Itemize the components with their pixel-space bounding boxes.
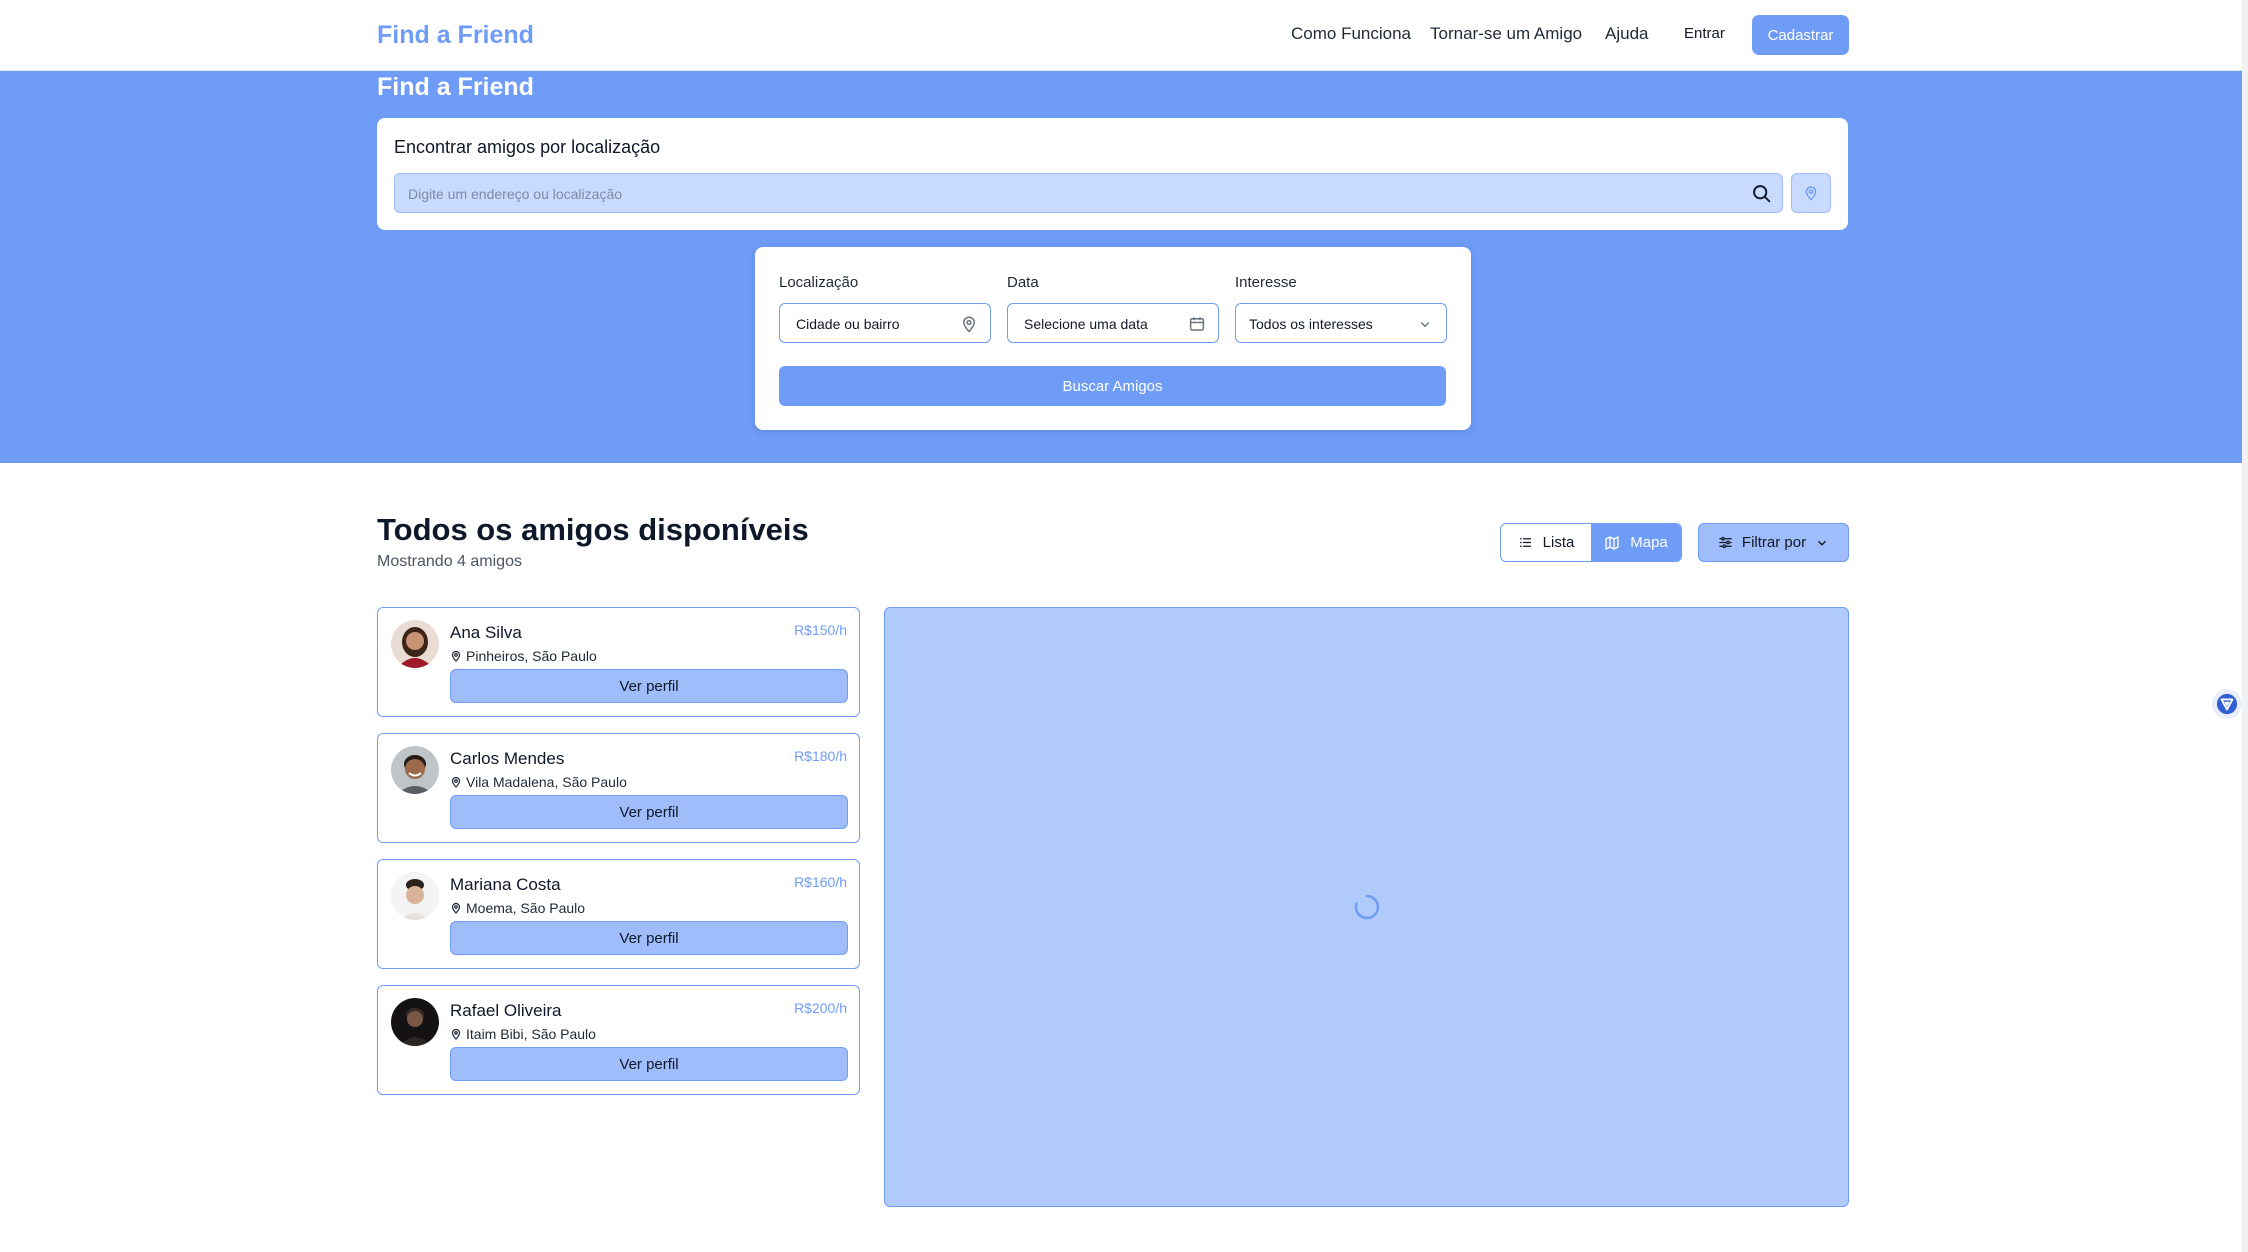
friend-price: R$180/h xyxy=(794,748,847,764)
location-label: Localização xyxy=(779,274,859,291)
avatar xyxy=(391,872,439,920)
view-profile-button[interactable]: Ver perfil xyxy=(450,795,848,829)
search-icon[interactable] xyxy=(1751,183,1772,204)
friend-card: Rafael Oliveira Itaim Bibi, São Paulo R$… xyxy=(377,985,860,1095)
nav-como-funciona[interactable]: Como Funciona xyxy=(1291,24,1411,44)
nav-ajuda[interactable]: Ajuda xyxy=(1605,24,1648,44)
chevron-down-icon xyxy=(1818,540,1827,546)
filter-card: Localização Cidade ou bairro Data Seleci… xyxy=(755,247,1471,430)
date-field-value: Selecione uma data xyxy=(1024,316,1148,332)
chevron-down-icon xyxy=(1420,321,1430,328)
view-profile-button[interactable]: Ver perfil xyxy=(450,1047,848,1081)
interest-select[interactable]: Todos os interesses xyxy=(1235,303,1447,343)
friend-location-text: Itaim Bibi, São Paulo xyxy=(466,1026,596,1042)
filter-by-label: Filtrar por xyxy=(1741,534,1807,551)
friend-name: Ana Silva xyxy=(450,623,522,642)
nav-tornar-se-amigo[interactable]: Tornar-se um Amigo xyxy=(1430,24,1582,44)
friend-card: Carlos Mendes Vila Madalena, São Paulo R… xyxy=(377,733,860,843)
map-view-label: Mapa xyxy=(1630,534,1668,551)
filter-by-button[interactable]: Filtrar por xyxy=(1698,523,1849,562)
current-location-button[interactable] xyxy=(1791,173,1831,213)
friend-name: Mariana Costa xyxy=(450,875,561,894)
loading-spinner-icon xyxy=(1354,894,1380,920)
friend-price: R$160/h xyxy=(794,874,847,890)
friend-card: Ana Silva Pinheiros, São Paulo R$150/h V… xyxy=(377,607,860,717)
signup-button[interactable]: Cadastrar xyxy=(1752,15,1849,55)
date-field[interactable]: Selecione uma data xyxy=(1007,303,1219,343)
calendar-icon xyxy=(1189,317,1205,331)
avatar xyxy=(391,746,439,794)
scrollbar[interactable] xyxy=(2242,0,2248,1252)
view-toggle: Lista Mapa xyxy=(1500,523,1682,562)
friend-name: Carlos Mendes xyxy=(450,749,565,768)
avatar xyxy=(391,620,439,668)
search-friends-button[interactable]: Buscar Amigos xyxy=(779,366,1446,406)
friend-location-text: Moema, São Paulo xyxy=(466,900,586,916)
results-title: Todos os amigos disponíveis xyxy=(377,512,809,547)
friend-location: Vila Madalena, São Paulo xyxy=(450,774,627,790)
map-icon xyxy=(1605,535,1619,550)
friend-card: Mariana Costa Moema, São Paulo R$160/h V… xyxy=(377,859,860,969)
map-pin-icon xyxy=(1805,186,1817,201)
login-button[interactable]: Entrar xyxy=(1684,25,1725,42)
address-search-input[interactable]: Digite um endereço ou localização xyxy=(394,173,1783,213)
hero-title: Find a Friend xyxy=(377,73,534,101)
view-profile-button[interactable]: Ver perfil xyxy=(450,921,848,955)
friend-location-text: Vila Madalena, São Paulo xyxy=(466,774,627,790)
brand-logo[interactable]: Find a Friend xyxy=(377,21,534,50)
friend-location: Moema, São Paulo xyxy=(450,900,585,916)
location-search-card: Encontrar amigos por localização Digite … xyxy=(377,118,1848,230)
list-view-button[interactable]: Lista xyxy=(1501,524,1591,561)
interest-label: Interesse xyxy=(1235,274,1297,291)
view-profile-button[interactable]: Ver perfil xyxy=(450,669,848,703)
map-pin-icon xyxy=(451,1028,461,1040)
shield-icon xyxy=(2216,693,2238,715)
friend-location: Pinheiros, São Paulo xyxy=(450,648,597,664)
list-view-label: Lista xyxy=(1542,534,1575,551)
top-header: Find a Friend Como Funciona Tornar-se um… xyxy=(0,0,2242,71)
map-pin-icon xyxy=(962,316,976,333)
friend-price: R$200/h xyxy=(794,1000,847,1016)
interest-select-value: Todos os interesses xyxy=(1249,316,1373,332)
location-field[interactable]: Cidade ou bairro xyxy=(779,303,991,343)
search-card-title: Encontrar amigos por localização xyxy=(394,137,661,157)
sliders-icon xyxy=(1719,536,1732,549)
avatar xyxy=(391,998,439,1046)
map-panel[interactable] xyxy=(884,607,1849,1207)
friend-name: Rafael Oliveira xyxy=(450,1001,562,1020)
friend-location-text: Pinheiros, São Paulo xyxy=(466,648,597,664)
map-view-button[interactable]: Mapa xyxy=(1591,524,1681,561)
friend-price: R$150/h xyxy=(794,622,847,638)
extension-badge[interactable] xyxy=(2212,689,2242,719)
location-field-value: Cidade ou bairro xyxy=(796,316,900,332)
map-pin-icon xyxy=(451,776,461,788)
friend-location: Itaim Bibi, São Paulo xyxy=(450,1026,596,1042)
results-count: Mostrando 4 amigos xyxy=(377,553,522,570)
date-label: Data xyxy=(1007,274,1039,291)
search-placeholder: Digite um endereço ou localização xyxy=(408,186,623,202)
map-pin-icon xyxy=(451,902,461,914)
list-icon xyxy=(1519,538,1531,547)
map-pin-icon xyxy=(451,650,461,662)
hero-section: Find a Friend Encontrar amigos por local… xyxy=(0,71,2242,463)
